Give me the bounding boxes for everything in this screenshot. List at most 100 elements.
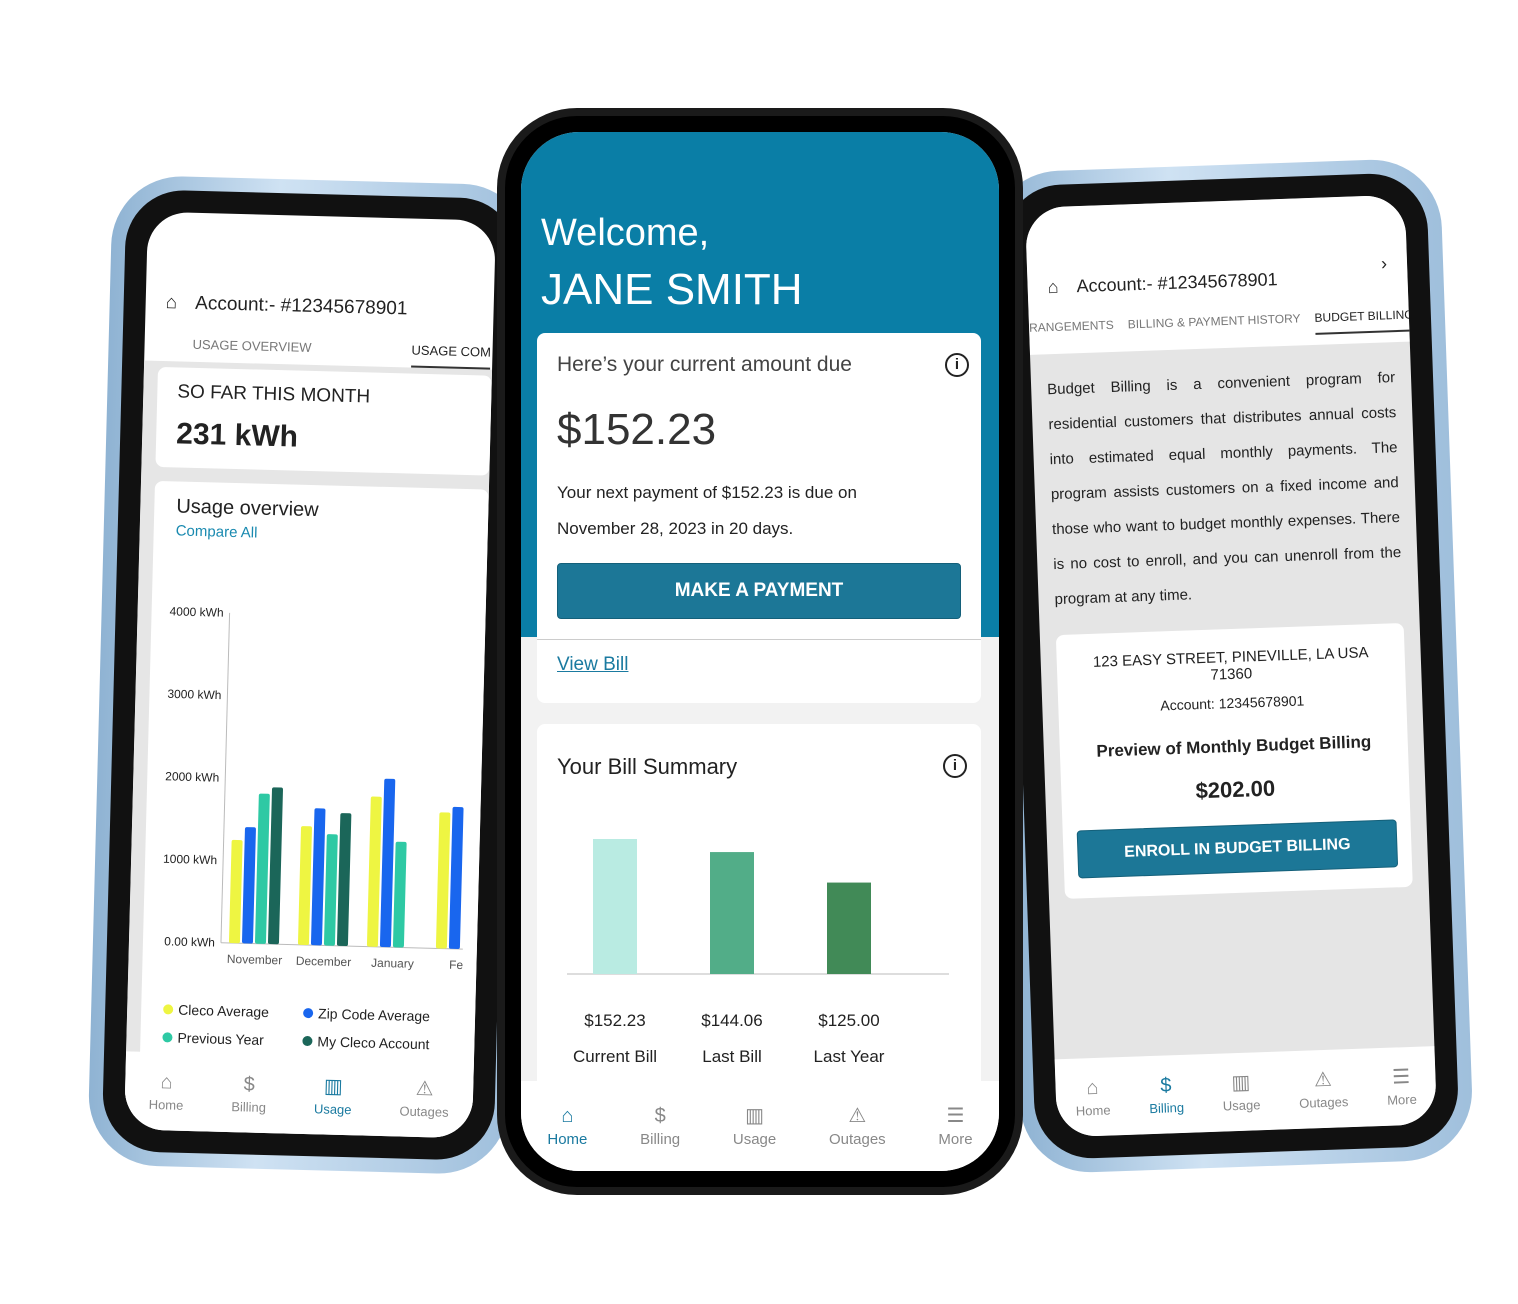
- bar-cleco-average: [435, 812, 451, 949]
- tab-usage-overview[interactable]: USAGE OVERVIEW: [192, 337, 311, 365]
- tab-billing-history[interactable]: BILLING & PAYMENT HISTORY: [1127, 311, 1301, 341]
- compare-all-link[interactable]: Compare All: [176, 522, 466, 547]
- warning-icon: ⚠: [848, 1104, 867, 1127]
- make-payment-button[interactable]: MAKE A PAYMENT: [557, 563, 961, 619]
- welcome-text: Welcome,: [541, 212, 710, 254]
- list-icon: ☰: [1391, 1065, 1411, 1089]
- y-tick-label: 3000 kWh: [167, 687, 221, 702]
- nav-more[interactable]: ☰ More: [1386, 1065, 1417, 1108]
- usage-overview-card: Usage overview Compare All 4000 kWh 3000 …: [139, 480, 489, 1090]
- nav-home[interactable]: ⌂ Home: [547, 1105, 587, 1148]
- bar-cleco-average: [297, 826, 312, 946]
- nav-label: Billing: [640, 1130, 681, 1148]
- warning-icon: ⚠: [1313, 1068, 1333, 1091]
- legend-item: Cleco Average: [163, 1001, 303, 1021]
- bar-zip-code-average: [448, 806, 464, 949]
- legend-dot: [163, 1004, 174, 1015]
- chevron-right-icon[interactable]: ›: [1381, 253, 1388, 274]
- nav-more[interactable]: ☰ More: [938, 1105, 972, 1148]
- x-tick-label: December: [296, 954, 352, 969]
- y-tick-label: 1000 kWh: [163, 852, 217, 867]
- bar-previous-year: [392, 841, 407, 948]
- preview-amount: $202.00: [1195, 775, 1276, 804]
- home-icon[interactable]: ⌂: [165, 292, 177, 314]
- bottom-nav: ⌂ Home $ Billing ▥ Usage ⚠ Outages ☰ More: [1054, 1046, 1438, 1138]
- list-icon: ☰: [946, 1104, 965, 1127]
- bill-bar: [593, 839, 637, 974]
- info-icon[interactable]: i: [945, 353, 969, 377]
- so-far-label: SO FAR THIS MONTH: [177, 381, 371, 408]
- bill-summary-chart: $152.23 Current Bill $144.06 Last Bill $125.…: [567, 839, 949, 1066]
- home-icon: ⌂: [561, 1104, 574, 1127]
- nav-label: Usage: [732, 1130, 777, 1148]
- nav-label: Usage: [313, 1100, 352, 1117]
- nav-billing[interactable]: $ Billing: [640, 1105, 680, 1148]
- y-tick-label: 4000 kWh: [169, 604, 223, 619]
- nav-usage[interactable]: ▥ Usage: [314, 1075, 353, 1117]
- y-axis: [220, 612, 231, 943]
- bill-category-label: Current Bill: [573, 1047, 657, 1066]
- bill-category-label: Last Bill: [702, 1047, 762, 1066]
- address: 123 EASY STREET, PINEVILLE, LA USA 71360: [1092, 644, 1369, 684]
- bill-bar: [710, 852, 754, 974]
- dollar-icon: $: [243, 1072, 256, 1096]
- enroll-button[interactable]: ENROLL IN BUDGET BILLING: [1076, 819, 1399, 879]
- nav-usage[interactable]: ▥ Usage: [733, 1105, 776, 1148]
- overview-title: Usage overview: [176, 495, 319, 522]
- nav-label: Home: [1075, 1101, 1111, 1119]
- user-name: JANE SMITH: [541, 265, 803, 314]
- x-tick-label: Febr: [449, 958, 472, 973]
- nav-home[interactable]: ⌂ Home: [1075, 1076, 1111, 1118]
- nav-billing[interactable]: $ Billing: [231, 1073, 267, 1115]
- bar-zip-code-average: [379, 778, 396, 948]
- usage-screen: ⌂ Account:- #12345678901 USAGE OVERVIEW U…: [124, 211, 496, 1139]
- left-phone: ⌂ Account:- #12345678901 USAGE OVERVIEW U…: [87, 174, 533, 1176]
- nav-outages[interactable]: ⚠ Outages: [1298, 1068, 1349, 1111]
- tab-arrangements[interactable]: RANGEMENTS: [1029, 318, 1114, 345]
- tab-budget-billing[interactable]: BUDGET BILLING: [1314, 307, 1415, 335]
- legend-label: Previous Year: [177, 1029, 265, 1048]
- bar-zip-code-average: [310, 808, 326, 946]
- usage-chart-icon: ▥: [1230, 1071, 1251, 1094]
- nav-label: Outages: [399, 1102, 449, 1120]
- nav-label: Billing: [231, 1098, 267, 1115]
- y-tick-label: 0.00 kWh: [164, 934, 215, 949]
- preview-label: Preview of Monthly Budget Billing: [1096, 732, 1372, 761]
- bottom-nav: ⌂ Home $ Billing ▥ Usage ⚠ Outages ☰ More: [521, 1081, 999, 1171]
- bar-zip-code-average: [242, 827, 256, 944]
- legend-item: Previous Year: [162, 1029, 302, 1049]
- view-bill-link[interactable]: View Bill: [557, 654, 628, 675]
- usage-chart-icon: ▥: [745, 1104, 764, 1127]
- bill-summary-card: Your Bill Summary i $152.23 Current Bill $…: [537, 724, 981, 1124]
- bar-previous-year: [323, 834, 338, 946]
- nav-label: Outages: [1298, 1093, 1349, 1111]
- usage-chart: 4000 kWh 3000 kWh 2000 kWh 1000 kWh 0.00 kWh…: [163, 604, 472, 973]
- nav-label: Billing: [1149, 1099, 1185, 1116]
- legend-label: Cleco Average: [177, 1001, 270, 1021]
- nav-billing[interactable]: $ Billing: [1148, 1073, 1185, 1116]
- nav-outages[interactable]: ⚠ Outages: [829, 1105, 886, 1148]
- nav-usage[interactable]: ▥ Usage: [1222, 1071, 1261, 1113]
- bar-my-cleco-account: [336, 813, 352, 947]
- warning-icon: ⚠: [415, 1077, 434, 1100]
- dollar-icon: $: [1159, 1073, 1172, 1097]
- bill-value-label: $125.00: [818, 1011, 879, 1030]
- right-phone: ⌂ Account:- #12345678901 › RANGEMENTS BILL…: [987, 157, 1475, 1175]
- usage-chart-icon: ▥: [323, 1075, 344, 1098]
- nav-label: Usage: [1222, 1096, 1261, 1114]
- home-icon: ⌂: [160, 1070, 173, 1094]
- nav-outages[interactable]: ⚠ Outages: [399, 1077, 449, 1119]
- info-icon[interactable]: i: [943, 754, 967, 778]
- account-line: Account: 12345678901: [1160, 692, 1305, 714]
- so-far-card: SO FAR THIS MONTH 231 kWh: [155, 366, 492, 476]
- bill-category-label: Last Year: [814, 1047, 885, 1066]
- nav-home[interactable]: ⌂ Home: [149, 1070, 185, 1113]
- bar-cleco-average: [366, 796, 382, 947]
- budget-description: Budget Billing is a convenient program f…: [1046, 369, 1402, 609]
- home-icon[interactable]: ⌂: [1047, 277, 1059, 298]
- bar-cleco-average: [229, 839, 243, 944]
- center-phone: Welcome, JANE SMITH Here’s your current …: [497, 108, 1023, 1195]
- legend-label: Zip Code Average: [317, 1005, 431, 1025]
- tab-usage-compare[interactable]: USAGE COM: [411, 342, 492, 370]
- budget-card: 123 EASY STREET, PINEVILLE, LA USA 71360…: [1055, 622, 1413, 899]
